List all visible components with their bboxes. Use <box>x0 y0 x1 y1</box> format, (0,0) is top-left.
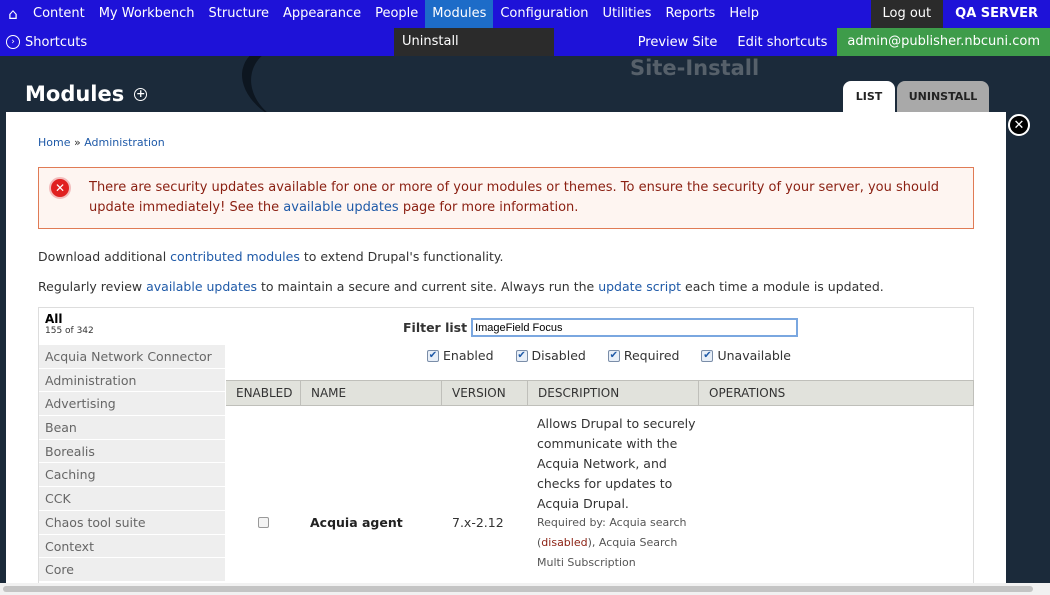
menu-people[interactable]: People <box>368 0 425 28</box>
modules-table: ENABLED NAME VERSION DESCRIPTION OPERATI… <box>226 380 974 587</box>
checkbox-label: Required <box>623 348 680 363</box>
available-updates-link-2[interactable]: available updates <box>146 279 257 294</box>
intro-text-end: each time a module is updated. <box>681 279 884 294</box>
filter-row: Filter list <box>403 318 799 337</box>
add-shortcut-icon[interactable]: + <box>134 87 148 101</box>
overlay-content: Home » Administration ✕ There are securi… <box>6 112 1006 587</box>
tab-uninstall[interactable]: UNINSTALL <box>897 81 989 112</box>
background-decoration <box>229 56 371 112</box>
menu-configuration[interactable]: Configuration <box>493 0 595 28</box>
intro-paragraph-1: Download additional contributed modules … <box>38 249 503 264</box>
page-title-text: Modules <box>25 82 125 106</box>
disabled-status: disabled <box>541 536 588 549</box>
menu-appearance[interactable]: Appearance <box>276 0 368 28</box>
module-version: 7.x-2.12 <box>452 515 504 530</box>
intro-paragraph-2: Regularly review available updates to ma… <box>38 279 884 294</box>
module-name: Acquia agent <box>310 515 403 530</box>
intro-text-middle: to maintain a secure and current site. A… <box>257 279 599 294</box>
column-enabled: ENABLED <box>226 381 301 405</box>
shortcuts-toggle[interactable]: › Shortcuts <box>0 35 394 50</box>
alert-text-end: page for more information. <box>398 200 579 215</box>
package-vertical-tabs: All 155 of 342 Acquia Network Connector … <box>39 308 225 581</box>
vtab-all-count: 155 of 342 <box>45 326 94 336</box>
module-requirements: Required by: Acquia search (disabled), A… <box>537 513 697 573</box>
page-title: Modules + <box>25 82 148 106</box>
tab-list[interactable]: LIST <box>843 81 895 112</box>
enable-module-checkbox[interactable] <box>258 517 269 528</box>
user-account-link[interactable]: admin@publisher.nbcuni.com <box>837 28 1050 56</box>
vtab-item[interactable]: Administration <box>39 367 225 392</box>
scrollbar-thumb[interactable] <box>3 586 1033 592</box>
menu-help[interactable]: Help <box>722 0 766 28</box>
checkmark-icon: ✔ <box>515 349 528 362</box>
menu-modules[interactable]: Modules <box>425 0 494 28</box>
unavailable-checkbox[interactable]: ✔ Unavailable <box>701 348 791 363</box>
table-row: Acquia agent 7.x-2.12 Allows Drupal to s… <box>226 406 974 587</box>
vtab-all[interactable]: All 155 of 342 <box>39 308 225 344</box>
column-description: DESCRIPTION <box>528 381 699 405</box>
page-header: Site-Install Modules + LIST UNINSTALL <box>0 56 1050 112</box>
menu-reports[interactable]: Reports <box>658 0 722 28</box>
logout-link[interactable]: Log out <box>870 0 944 28</box>
security-alert: ✕ There are security updates available f… <box>38 167 974 229</box>
column-version: VERSION <box>442 381 528 405</box>
menu-utilities[interactable]: Utilities <box>596 0 659 28</box>
menu-my-workbench[interactable]: My Workbench <box>92 0 202 28</box>
menu-structure[interactable]: Structure <box>202 0 276 28</box>
column-name: NAME <box>301 381 442 405</box>
error-icon: ✕ <box>49 177 71 199</box>
checkbox-label: Enabled <box>443 348 494 363</box>
vtab-all-label: All <box>45 312 63 326</box>
vtab-item[interactable]: Caching <box>39 462 225 487</box>
filter-label: Filter list <box>403 320 468 335</box>
column-operations: OPERATIONS <box>699 381 974 405</box>
submenu-uninstall[interactable]: Uninstall <box>394 28 554 56</box>
intro-text-end: to extend Drupal's functionality. <box>299 249 504 264</box>
enabled-checkbox[interactable]: ✔ Enabled <box>427 348 494 363</box>
shortcuts-bar: › Shortcuts Uninstall Preview Site Edit … <box>0 28 1050 56</box>
server-label: QA SERVER <box>943 0 1050 28</box>
horizontal-scrollbar[interactable] <box>0 583 1050 595</box>
filter-checkboxes: ✔ Enabled ✔ Disabled ✔ Required ✔ Unavailabl… <box>427 348 813 363</box>
checkbox-label: Unavailable <box>717 348 791 363</box>
filter-input[interactable] <box>471 318 799 337</box>
close-overlay-icon[interactable]: ✕ <box>1008 114 1030 136</box>
home-icon[interactable]: ⌂ <box>0 0 26 28</box>
table-header: ENABLED NAME VERSION DESCRIPTION OPERATI… <box>226 380 974 406</box>
module-filter: All 155 of 342 Acquia Network Connector … <box>38 307 974 587</box>
checkmark-icon: ✔ <box>427 349 439 362</box>
checkmark-icon: ✔ <box>701 349 714 362</box>
edit-shortcuts-link[interactable]: Edit shortcuts <box>727 35 837 50</box>
vtab-item[interactable]: Borealis <box>39 438 225 463</box>
checkbox-label: Disabled <box>531 348 586 363</box>
vtab-item[interactable]: Bean <box>39 415 225 439</box>
shortcuts-label: Shortcuts <box>25 34 88 50</box>
menu-content[interactable]: Content <box>26 0 92 28</box>
vtab-item[interactable]: Context <box>39 533 225 558</box>
alert-message: There are security updates available for… <box>89 178 969 218</box>
chevron-right-icon: › <box>6 35 20 49</box>
update-script-link[interactable]: update script <box>598 279 681 294</box>
intro-text: Regularly review <box>38 279 147 294</box>
breadcrumb: Home » Administration <box>38 136 165 149</box>
breadcrumb-administration[interactable]: Administration <box>84 136 165 149</box>
contributed-modules-link[interactable]: contributed modules <box>170 249 300 264</box>
checkmark-icon: ✔ <box>607 349 620 362</box>
vtab-item[interactable]: Core <box>39 557 225 581</box>
disabled-checkbox[interactable]: ✔ Disabled <box>515 348 586 363</box>
preview-site-link[interactable]: Preview Site <box>628 35 728 50</box>
vtab-item[interactable]: CCK <box>39 486 225 510</box>
background-site-name: Site-Install <box>630 56 760 80</box>
required-checkbox[interactable]: ✔ Required <box>607 348 680 363</box>
module-description: Allows Drupal to securely communicate wi… <box>537 416 696 511</box>
admin-toolbar: ⌂ Content My Workbench Structure Appeara… <box>0 0 1050 28</box>
vtab-item[interactable]: Chaos tool suite <box>39 509 225 534</box>
breadcrumb-separator: » <box>73 136 81 149</box>
vtab-item[interactable]: Acquia Network Connector <box>39 344 225 368</box>
vtab-item[interactable]: Advertising <box>39 391 225 416</box>
available-updates-link[interactable]: available updates <box>283 200 398 215</box>
intro-text: Download additional <box>38 249 171 264</box>
breadcrumb-home[interactable]: Home <box>38 136 70 149</box>
